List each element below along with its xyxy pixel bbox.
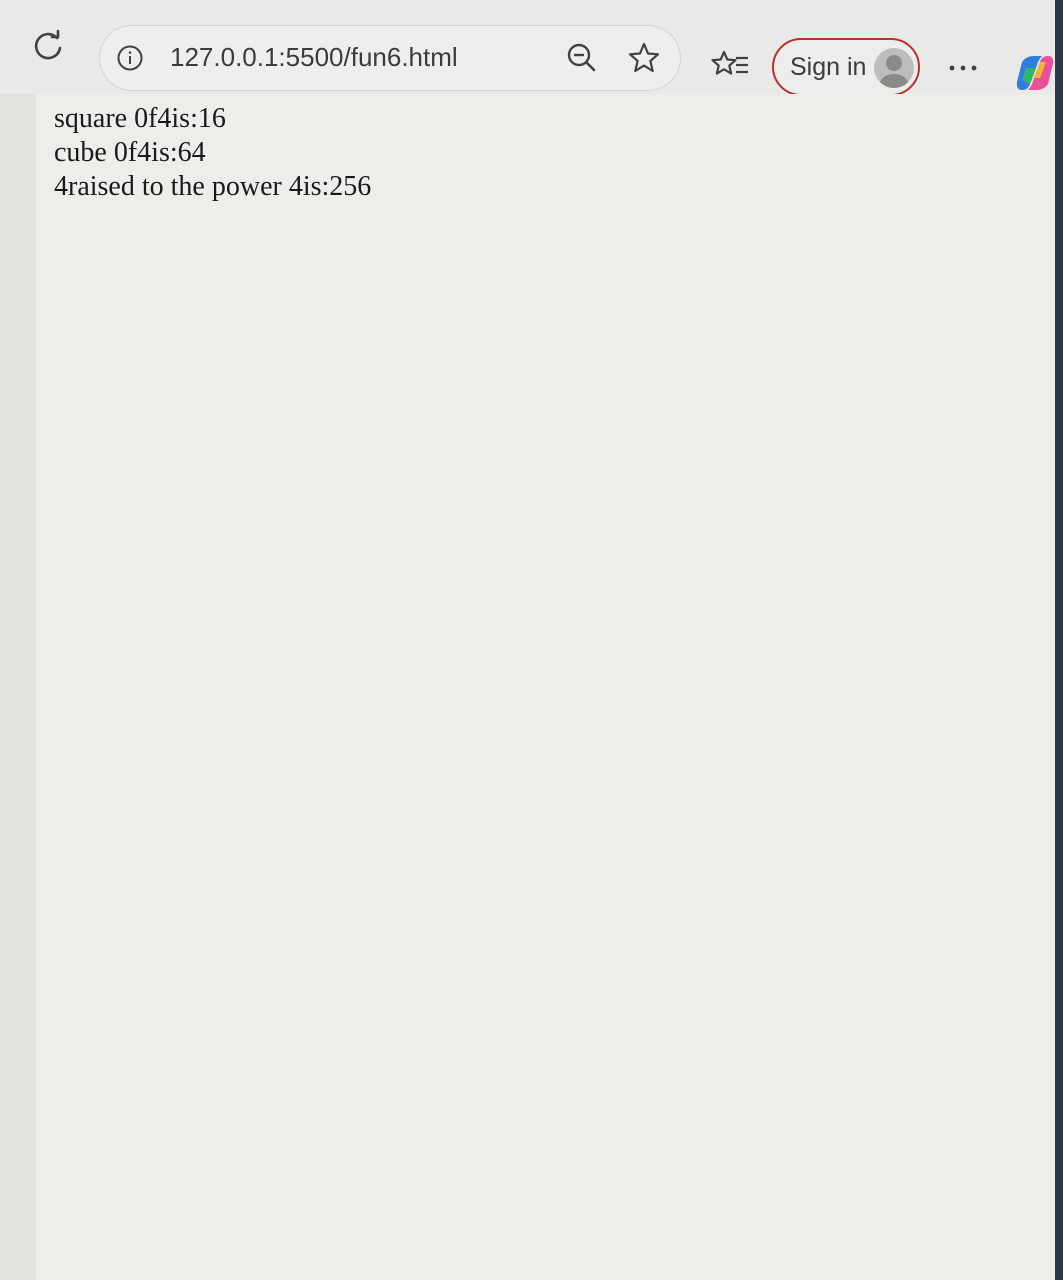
left-window-edge xyxy=(0,94,36,1280)
output-text: square 0f4is:16 cube 0f4is:64 4raised to… xyxy=(54,102,371,204)
square-output-line: square 0f4is:16 xyxy=(54,103,226,134)
reload-button[interactable] xyxy=(26,24,70,68)
sign-in-label: Sign in xyxy=(790,53,867,81)
copilot-icon[interactable] xyxy=(1012,50,1058,96)
profile-icon xyxy=(880,55,908,88)
page-content: square 0f4is:16 cube 0f4is:64 4raised to… xyxy=(36,94,1056,1280)
reload-icon xyxy=(34,29,62,60)
info-icon[interactable] xyxy=(116,44,144,72)
url-text[interactable]: 127.0.0.1:5500/fun6.html xyxy=(170,40,458,74)
screen-edge xyxy=(1055,0,1063,1280)
favorites-icon[interactable] xyxy=(710,46,750,86)
more-options-icon[interactable] xyxy=(944,56,984,80)
cube-output-line: cube 0f4is:64 xyxy=(54,137,206,168)
sign-in-button[interactable]: Sign in xyxy=(772,38,920,96)
browser-toolbar: 127.0.0.1:5500/fun6.html Sign in xyxy=(0,0,1063,104)
avatar xyxy=(874,48,914,88)
address-bar[interactable]: 127.0.0.1:5500/fun6.html xyxy=(100,26,680,90)
star-icon[interactable] xyxy=(626,40,662,76)
power-output-line: 4raised to the power 4is:256 xyxy=(54,171,372,202)
zoom-out-icon[interactable] xyxy=(564,40,600,76)
